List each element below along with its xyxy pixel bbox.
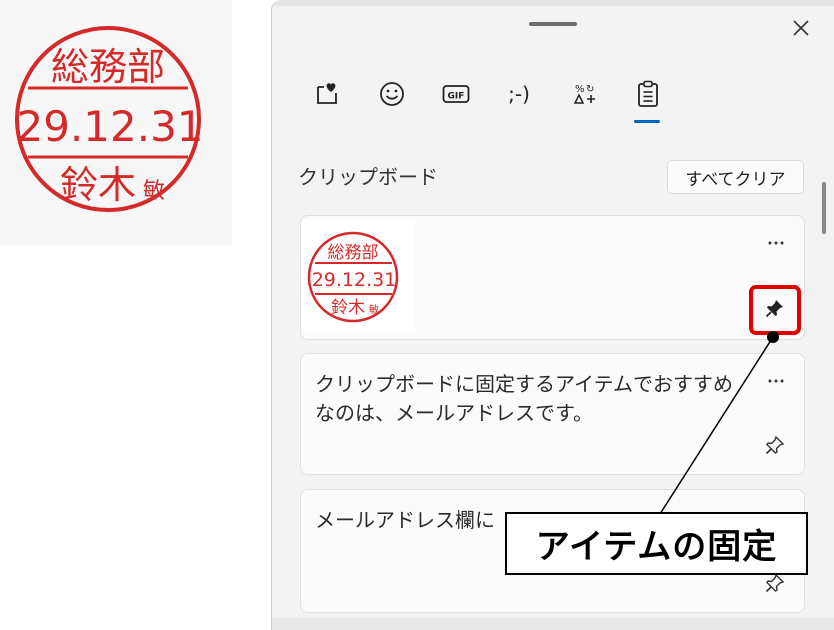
clipboard-item[interactable]: 総務部 29.12.31 鈴木 敏 (300, 215, 805, 340)
more-icon (768, 379, 784, 383)
annotation-label: アイテムの固定 (505, 512, 808, 575)
clipboard-item-text: クリップボードに固定するアイテムでおすすめなのは、メールアドレスです。 (315, 372, 733, 425)
clipboard-item-image: 総務部 29.12.31 鈴木 敏 (303, 220, 415, 333)
kaomoji-icon: ;-) (508, 82, 530, 106)
section-title: クリップボード (298, 165, 438, 189)
clipboard-icon (638, 80, 658, 107)
stamp-name-small: 敏 (143, 179, 165, 204)
svg-text:%: % (575, 84, 585, 95)
clipboard-item[interactable]: クリップボードに固定するアイテムでおすすめなのは、メールアドレスです。 (300, 353, 805, 475)
stamp-image: 総務部 29.12.31 鈴木 敏 (0, 0, 232, 245)
stamp-name: 鈴木 (60, 163, 136, 207)
svg-text:敏: 敏 (369, 303, 379, 316)
close-icon (793, 20, 809, 36)
stamp-date: 29.12.31 (16, 102, 203, 151)
more-options-button[interactable] (759, 368, 793, 394)
pin-button[interactable] (757, 427, 793, 463)
symbols-icon: % ↻ (573, 84, 595, 104)
pin-outline-icon (765, 435, 785, 455)
clear-all-button[interactable]: すべてクリア (667, 160, 804, 194)
more-options-button[interactable] (759, 230, 793, 256)
taskbar-edge (272, 618, 834, 630)
tab-gif[interactable]: GIF (437, 76, 475, 112)
scrollbar-thumb[interactable] (822, 182, 826, 234)
stamp-dept: 総務部 (51, 45, 165, 89)
gif-icon: GIF (442, 85, 470, 103)
tab-clipboard[interactable] (629, 76, 667, 112)
tab-emoji[interactable] (373, 76, 411, 112)
callout-dot (767, 331, 779, 343)
drag-handle[interactable] (529, 22, 577, 26)
emoji-smiley-icon (380, 82, 404, 106)
kaomoji-favorites-icon (317, 83, 337, 104)
svg-text:鈴木: 鈴木 (331, 298, 365, 318)
svg-text:29.12.31: 29.12.31 (312, 269, 397, 291)
svg-text:総務部: 総務部 (328, 243, 379, 263)
svg-text:GIF: GIF (448, 92, 465, 102)
window-edge (272, 0, 834, 6)
tab-selected-indicator (634, 120, 660, 123)
pin-outline-icon (765, 573, 785, 593)
tab-symbols[interactable]: % ↻ (566, 76, 604, 112)
tab-kaomoji[interactable]: ;-) (500, 76, 538, 112)
svg-text:↻: ↻ (586, 84, 594, 95)
more-icon (768, 241, 784, 245)
pin-highlight-box (749, 285, 801, 335)
close-button[interactable] (785, 12, 817, 44)
tab-favorites[interactable] (308, 76, 346, 112)
